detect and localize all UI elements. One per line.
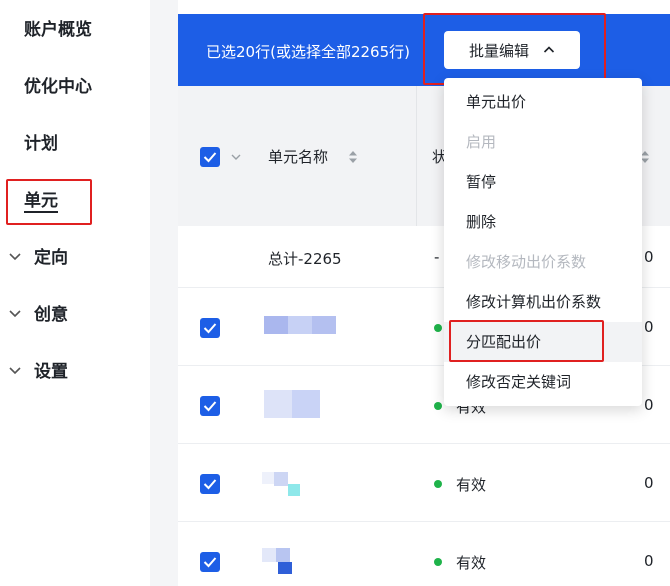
sidebar-item-settings[interactable]: 设置: [8, 357, 68, 382]
row-status: 有效: [456, 476, 487, 494]
redacted-unit-name: [264, 390, 320, 418]
status-dot: [434, 402, 442, 410]
check-icon: [203, 479, 217, 490]
row-checkbox[interactable]: [200, 396, 220, 416]
redacted-unit-name: [262, 472, 302, 498]
sidebar-item-label: 优化中心: [24, 77, 92, 97]
batch-edit-label: 批量编辑: [468, 41, 529, 60]
menu-item-pause[interactable]: 暂停: [444, 162, 642, 202]
row-checkbox[interactable]: [200, 318, 220, 338]
chevron-down-icon[interactable]: [230, 151, 242, 163]
row-value: 0: [644, 396, 654, 414]
sidebar-item-label: 定向: [34, 248, 68, 268]
chevron-down-icon: [9, 367, 21, 375]
row-value: 0: [644, 552, 654, 570]
menu-item-match-type-bid[interactable]: 分匹配出价: [444, 322, 642, 362]
chevron-down-icon: [9, 310, 21, 318]
menu-item-computer-bid-ratio[interactable]: 修改计算机出价系数: [444, 282, 642, 322]
sidebar-item-label: 创意: [34, 305, 68, 325]
sidebar-item-account-overview[interactable]: 账户概览: [24, 15, 92, 40]
table-row[interactable]: 有效 0: [178, 444, 670, 522]
select-all-checkbox[interactable]: [200, 147, 220, 167]
sidebar-item-optimization-center[interactable]: 优化中心: [24, 72, 92, 97]
batch-action-bar: 已选20行(或选择全部2265行) 批量编辑: [178, 14, 670, 86]
column-header-unit-name[interactable]: 单元名称: [268, 146, 328, 167]
total-label: 总计-2265: [268, 250, 342, 268]
status-dot: [434, 480, 442, 488]
check-icon: [203, 323, 217, 334]
sidebar-item-label: 账户概览: [24, 20, 92, 40]
redacted-unit-name: [264, 316, 336, 334]
column-divider: [416, 86, 417, 226]
status-dot: [434, 324, 442, 332]
sidebar-item-unit[interactable]: 单元: [24, 186, 58, 211]
sidebar-item-plan[interactable]: 计划: [24, 129, 58, 154]
menu-item-enable: 启用: [466, 133, 497, 151]
sort-icon[interactable]: [348, 150, 358, 164]
sidebar-item-label: 计划: [24, 134, 58, 154]
status-dot: [434, 558, 442, 566]
row-status: 有效: [456, 554, 487, 572]
table-row[interactable]: 有效 0: [178, 522, 670, 586]
check-icon: [203, 152, 217, 163]
total-value: 0: [644, 248, 654, 266]
menu-item-negative-keywords[interactable]: 修改否定关键词: [444, 362, 642, 402]
redacted-unit-name: [262, 548, 302, 576]
selection-summary: 已选20行(或选择全部2265行): [206, 43, 410, 61]
check-icon: [203, 557, 217, 568]
batch-edit-button[interactable]: 批量编辑: [444, 31, 580, 69]
menu-item-delete[interactable]: 删除: [444, 202, 642, 242]
sidebar-item-label: 设置: [34, 362, 68, 382]
row-value: 0: [644, 318, 654, 336]
chevron-down-icon: [9, 253, 21, 261]
sidebar-item-targeting[interactable]: 定向: [8, 243, 68, 268]
sidebar-item-creative[interactable]: 创意: [8, 300, 68, 325]
sidebar: 账户概览 优化中心 计划 单元 定向 创意 设置: [0, 0, 150, 586]
row-value: 0: [644, 474, 654, 492]
chevron-up-icon: [543, 46, 555, 53]
batch-edit-dropdown: 单元出价 启用 暂停 删除 修改移动出价系数 修改计算机出价系数 分匹配出价 修…: [444, 78, 642, 406]
content-gutter: [150, 0, 178, 586]
row-checkbox[interactable]: [200, 474, 220, 494]
check-icon: [203, 401, 217, 412]
row-checkbox[interactable]: [200, 552, 220, 572]
total-status: -: [434, 248, 440, 266]
menu-item-unit-bid[interactable]: 单元出价: [444, 82, 642, 122]
menu-item-mobile-bid-ratio: 修改移动出价系数: [466, 253, 587, 271]
sidebar-item-label: 单元: [24, 191, 58, 211]
